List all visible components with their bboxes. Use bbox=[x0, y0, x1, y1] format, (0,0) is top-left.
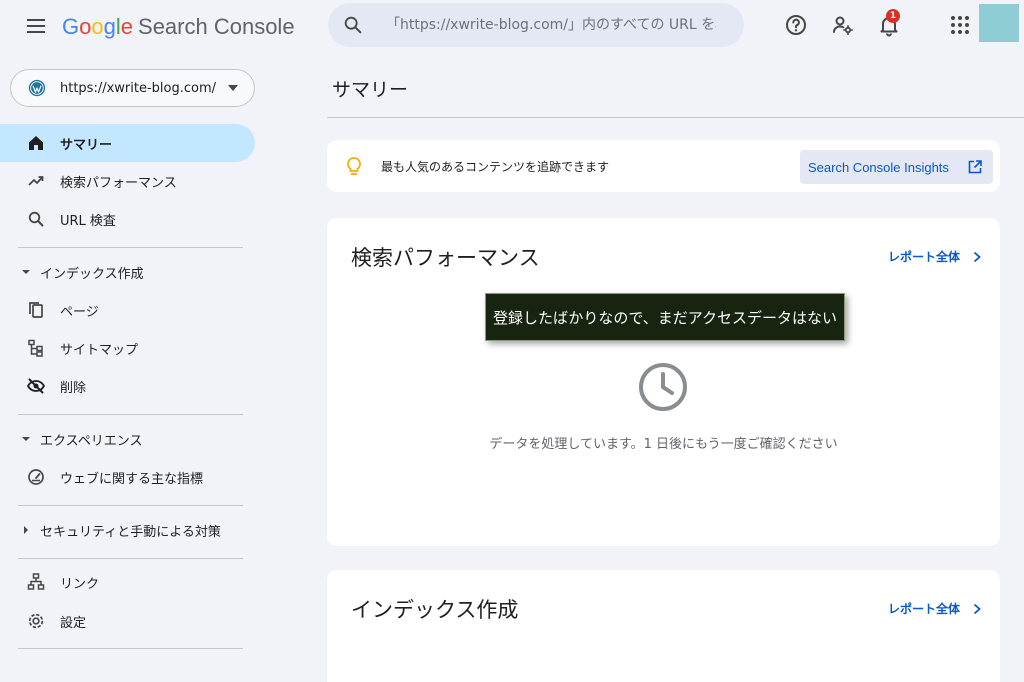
logo-letter: o bbox=[91, 14, 104, 39]
tip-text: 最も人気のあるコンテンツを追跡できます bbox=[381, 160, 610, 174]
sidebar-item-label: サマリー bbox=[60, 137, 113, 153]
avatar[interactable] bbox=[979, 4, 1019, 42]
insights-tip-card: 最も人気のあるコンテンツを追跡できます Search Console Insig… bbox=[327, 140, 1000, 192]
sidebar-item-sitemaps[interactable]: サイトマップ bbox=[0, 329, 255, 367]
sidebar-item-label: 検索パフォーマンス bbox=[60, 175, 177, 191]
links-icon bbox=[27, 573, 45, 590]
sidebar-divider bbox=[18, 558, 243, 559]
link-label: レポート全体 bbox=[887, 250, 960, 264]
home-icon bbox=[29, 136, 43, 150]
product-name: Search Console bbox=[138, 14, 295, 39]
logo-letter: o bbox=[79, 14, 92, 39]
url-inspect-search-bar[interactable] bbox=[328, 3, 744, 47]
chevron-right-icon bbox=[973, 251, 981, 262]
sidebar-item-label: URL 検査 bbox=[60, 213, 116, 229]
sidebar-item-links[interactable]: リンク bbox=[0, 563, 255, 601]
eye-off-icon bbox=[26, 378, 46, 394]
sidebar-section-experience[interactable]: エクスペリエンス bbox=[0, 422, 255, 456]
open-in-new-icon bbox=[968, 160, 982, 174]
sidebar-item-label: 削除 bbox=[60, 380, 87, 396]
search-performance-card: 検索パフォーマンス レポート全体 登録したばかりなので、まだアクセスデータはない… bbox=[327, 218, 1000, 546]
sidebar-item-summary[interactable]: サマリー bbox=[0, 124, 255, 162]
top-app-bar: GoogleSearch Console 1 bbox=[0, 0, 1024, 54]
sidebar-item-label: ページ bbox=[60, 304, 99, 320]
clock-icon bbox=[639, 363, 687, 411]
search-input[interactable] bbox=[386, 10, 716, 40]
sidebar-item-search-performance[interactable]: 検索パフォーマンス bbox=[0, 162, 255, 200]
sidebar-divider bbox=[18, 414, 243, 415]
menu-icon[interactable] bbox=[24, 14, 48, 38]
title-divider bbox=[327, 117, 1024, 118]
callout-text: 登録したばかりなので、まだアクセスデータはない bbox=[493, 308, 837, 327]
sidebar-item-label: サイトマップ bbox=[60, 342, 139, 358]
sidebar-divider bbox=[18, 505, 243, 506]
wordpress-icon bbox=[28, 79, 46, 97]
page-title: サマリー bbox=[332, 79, 409, 101]
notification-badge: 1 bbox=[886, 9, 900, 23]
search-icon bbox=[28, 211, 44, 227]
sidebar-item-label: リンク bbox=[60, 576, 100, 592]
search-icon[interactable] bbox=[342, 14, 364, 36]
sidebar-section-security[interactable]: セキュリティと手動による対策 bbox=[0, 513, 255, 547]
chevron-right-icon bbox=[973, 603, 981, 614]
sidebar-item-pages[interactable]: ページ bbox=[0, 291, 255, 329]
section-label: インデックス作成 bbox=[40, 266, 144, 282]
expand-down-icon bbox=[22, 270, 30, 274]
sidebar-divider bbox=[18, 648, 243, 649]
sidebar-section-indexing[interactable]: インデックス作成 bbox=[0, 255, 255, 289]
lightbulb-icon bbox=[347, 157, 361, 175]
logo-letter: g bbox=[103, 14, 116, 39]
sidebar-divider bbox=[18, 247, 243, 248]
trending-up-icon bbox=[28, 176, 44, 186]
users-settings-icon[interactable] bbox=[831, 13, 855, 37]
property-url: https://xwrite-blog.com/ bbox=[60, 80, 217, 96]
sidebar-item-label: 設定 bbox=[60, 615, 87, 631]
logo-letter: e bbox=[120, 14, 134, 39]
logo-letter: G bbox=[62, 14, 80, 39]
sidebar-item-label: ウェブに関する主な指標 bbox=[60, 471, 204, 487]
processing-message: データを処理しています。1 日後にもう一度ご確認ください bbox=[489, 437, 838, 452]
sidebar-item-settings[interactable]: 設定 bbox=[0, 602, 255, 640]
indexing-card: インデックス作成 レポート全体 bbox=[327, 570, 1000, 682]
google-search-console-logo[interactable]: Google Search Console bbox=[62, 12, 295, 42]
sitemap-icon bbox=[28, 339, 43, 357]
sidebar-item-core-web-vitals[interactable]: ウェブに関する主な指標 bbox=[0, 458, 255, 496]
button-label: Search Console Insights bbox=[808, 159, 949, 175]
sidebar-item-removals[interactable]: 削除 bbox=[0, 367, 255, 405]
apps-icon[interactable] bbox=[948, 13, 972, 37]
sidebar-item-url-inspection[interactable]: URL 検査 bbox=[0, 200, 255, 238]
link-label: レポート全体 bbox=[887, 602, 960, 616]
property-selector[interactable]: https://xwrite-blog.com/ bbox=[10, 69, 255, 107]
caret-down-icon bbox=[228, 85, 238, 91]
full-report-link[interactable]: レポート全体 bbox=[888, 248, 982, 265]
card-title: 検索パフォーマンス bbox=[351, 246, 540, 270]
annotation-callout: 登録したばかりなので、まだアクセスデータはない bbox=[485, 293, 845, 341]
gear-icon bbox=[28, 613, 44, 629]
section-label: エクスペリエンス bbox=[40, 433, 143, 449]
full-report-link[interactable]: レポート全体 bbox=[888, 600, 982, 617]
section-label: セキュリティと手動による対策 bbox=[40, 524, 221, 540]
expand-right-icon bbox=[24, 526, 28, 534]
pages-icon bbox=[29, 302, 43, 318]
help-icon[interactable] bbox=[784, 13, 808, 37]
expand-down-icon bbox=[22, 437, 30, 441]
card-title: インデックス作成 bbox=[351, 598, 519, 622]
search-console-insights-button[interactable]: Search Console Insights bbox=[800, 150, 993, 184]
gauge-icon bbox=[28, 469, 44, 485]
